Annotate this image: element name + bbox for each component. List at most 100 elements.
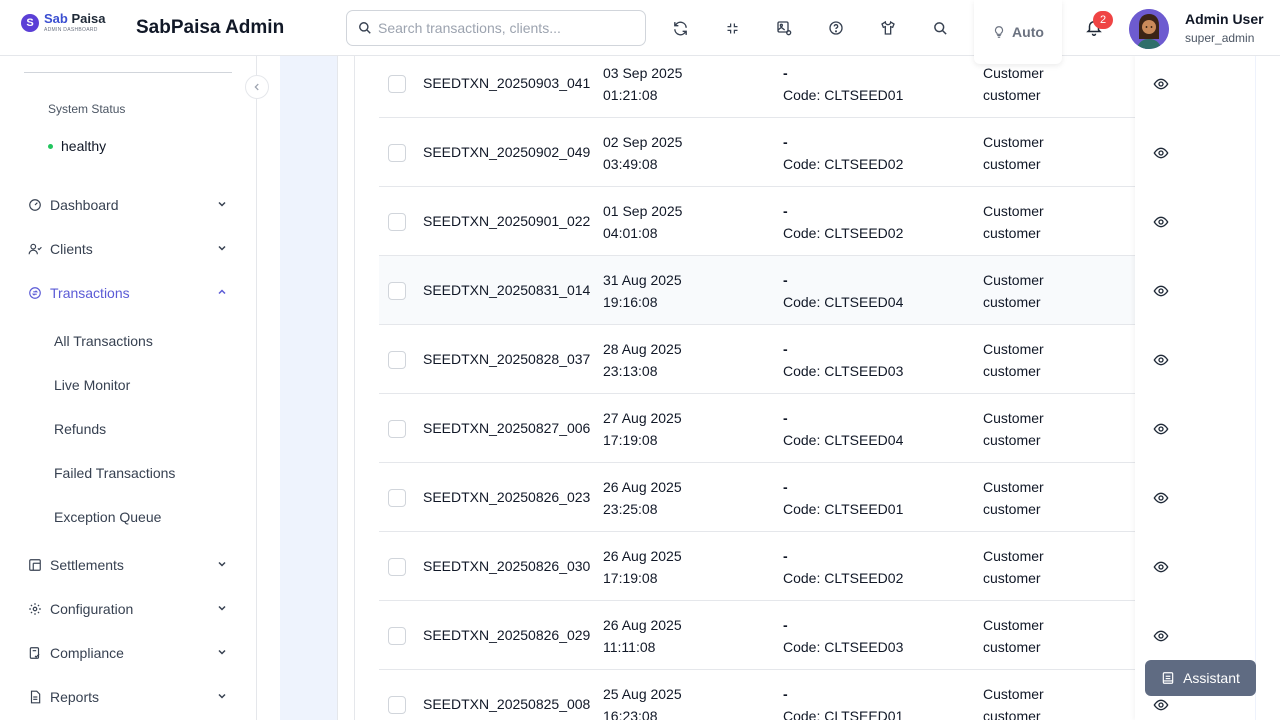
transaction-id[interactable]: SEEDTXN_20250825_008 xyxy=(423,696,590,712)
eye-icon[interactable] xyxy=(1153,214,1169,230)
assistant-label: Assistant xyxy=(1183,670,1240,686)
eye-icon[interactable] xyxy=(1153,283,1169,299)
transaction-time: 11:11:08 xyxy=(603,639,656,655)
nav-compliance[interactable]: Compliance xyxy=(28,641,228,665)
transaction-id[interactable]: SEEDTXN_20250902_049 xyxy=(423,144,590,160)
client-code: Code: CLTSEED04 xyxy=(783,432,904,448)
transaction-id[interactable]: SEEDTXN_20250827_006 xyxy=(423,420,590,436)
global-search[interactable] xyxy=(346,10,646,46)
eye-icon[interactable] xyxy=(1153,352,1169,368)
assistant-button[interactable]: Assistant xyxy=(1145,660,1256,696)
search-toggle-icon[interactable] xyxy=(930,18,950,38)
transaction-time: 01:21:08 xyxy=(603,87,658,103)
client-name: - xyxy=(783,341,788,357)
eye-icon[interactable] xyxy=(1153,490,1169,506)
theme-mode-toggle[interactable]: Auto xyxy=(974,0,1062,64)
row-checkbox[interactable] xyxy=(388,351,406,369)
customer-name: Customer xyxy=(983,134,1044,150)
table-row[interactable]: SEEDTXN_20250827_006 27 Aug 2025 17:19:0… xyxy=(379,394,1159,463)
theme-mode-label: Auto xyxy=(1012,24,1044,40)
subnav-live-monitor[interactable]: Live Monitor xyxy=(54,377,130,393)
sidebar: System Status healthy Dashboard Clients … xyxy=(0,56,269,720)
shirt-icon[interactable] xyxy=(878,18,898,38)
customer-detail: customer xyxy=(983,363,1041,379)
transaction-date: 26 Aug 2025 xyxy=(603,617,682,633)
table-row[interactable]: SEEDTXN_20250902_049 02 Sep 2025 03:49:0… xyxy=(379,118,1159,187)
lightbulb-icon xyxy=(994,26,1004,38)
row-checkbox[interactable] xyxy=(388,696,406,714)
subnav-all-transactions[interactable]: All Transactions xyxy=(54,333,153,349)
transaction-id[interactable]: SEEDTXN_20250826_030 xyxy=(423,558,590,574)
sidebar-collapse-button[interactable] xyxy=(245,75,269,99)
client-name: - xyxy=(783,134,788,150)
fullscreen-icon[interactable] xyxy=(722,18,742,38)
transaction-id[interactable]: SEEDTXN_20250903_041 xyxy=(423,75,590,91)
image-settings-icon[interactable] xyxy=(774,18,794,38)
client-name: - xyxy=(783,548,788,564)
transaction-id[interactable]: SEEDTXN_20250826_029 xyxy=(423,627,590,643)
eye-icon[interactable] xyxy=(1153,559,1169,575)
notification-badge: 2 xyxy=(1093,11,1113,29)
eye-icon[interactable] xyxy=(1153,697,1169,713)
nav-clients[interactable]: Clients xyxy=(28,237,228,261)
transaction-time: 23:25:08 xyxy=(603,501,658,517)
row-checkbox[interactable] xyxy=(388,420,406,438)
row-checkbox[interactable] xyxy=(388,627,406,645)
nav-settlements[interactable]: Settlements xyxy=(28,553,228,577)
logo-mark: S xyxy=(21,13,39,32)
search-input[interactable] xyxy=(378,20,638,36)
table-row[interactable]: SEEDTXN_20250826_030 26 Aug 2025 17:19:0… xyxy=(379,532,1159,601)
transactions-table: SEEDTXN_20250903_041 03 Sep 2025 01:21:0… xyxy=(354,56,1255,720)
transaction-id[interactable]: SEEDTXN_20250826_023 xyxy=(423,489,590,505)
transaction-date: 25 Aug 2025 xyxy=(603,686,682,702)
transaction-time: 03:49:08 xyxy=(603,156,658,172)
row-checkbox[interactable] xyxy=(388,75,406,93)
avatar[interactable] xyxy=(1129,9,1169,49)
customer-name: Customer xyxy=(983,272,1044,288)
nav-configuration[interactable]: Configuration xyxy=(28,597,228,621)
assistant-icon xyxy=(1162,672,1174,684)
client-code: Code: CLTSEED02 xyxy=(783,570,904,586)
eye-icon[interactable] xyxy=(1153,628,1169,644)
table-row[interactable]: SEEDTXN_20250828_037 28 Aug 2025 23:13:0… xyxy=(379,325,1159,394)
transaction-date: 27 Aug 2025 xyxy=(603,410,682,426)
row-checkbox[interactable] xyxy=(388,282,406,300)
eye-icon[interactable] xyxy=(1153,145,1169,161)
system-status: healthy xyxy=(48,138,106,154)
table-row[interactable]: SEEDTXN_20250826_029 26 Aug 2025 11:11:0… xyxy=(379,601,1159,670)
nav-label: Configuration xyxy=(50,601,134,617)
client-name: - xyxy=(783,65,788,81)
eye-icon[interactable] xyxy=(1153,421,1169,437)
transaction-date: 26 Aug 2025 xyxy=(603,548,682,564)
table-row[interactable]: SEEDTXN_20250831_014 31 Aug 2025 19:16:0… xyxy=(379,256,1159,325)
table-row[interactable]: SEEDTXN_20250825_008 25 Aug 2025 16:23:0… xyxy=(379,670,1159,720)
transaction-id[interactable]: SEEDTXN_20250831_014 xyxy=(423,282,590,298)
customer-name: Customer xyxy=(983,410,1044,426)
table-row[interactable]: SEEDTXN_20250901_022 01 Sep 2025 04:01:0… xyxy=(379,187,1159,256)
refresh-icon[interactable] xyxy=(670,18,690,38)
subnav-exception-queue[interactable]: Exception Queue xyxy=(54,509,161,525)
app-title: SabPaisa Admin xyxy=(136,17,285,38)
subnav-failed-transactions[interactable]: Failed Transactions xyxy=(54,465,175,481)
client-name: - xyxy=(783,617,788,633)
help-icon[interactable] xyxy=(826,18,846,38)
row-checkbox[interactable] xyxy=(388,489,406,507)
eye-icon[interactable] xyxy=(1153,76,1169,92)
customer-detail: customer xyxy=(983,156,1041,172)
row-checkbox[interactable] xyxy=(388,144,406,162)
transaction-id[interactable]: SEEDTXN_20250828_037 xyxy=(423,351,590,367)
nav-transactions[interactable]: Transactions xyxy=(28,281,228,305)
transaction-id[interactable]: SEEDTXN_20250901_022 xyxy=(423,213,590,229)
nav-label: Dashboard xyxy=(50,197,119,213)
chevron-down-icon xyxy=(218,649,226,655)
customer-detail: customer xyxy=(983,708,1041,720)
subnav-refunds[interactable]: Refunds xyxy=(54,421,106,437)
table-row[interactable]: SEEDTXN_20250826_023 26 Aug 2025 23:25:0… xyxy=(379,463,1159,532)
client-code: Code: CLTSEED03 xyxy=(783,639,904,655)
nav-dashboard[interactable]: Dashboard xyxy=(28,193,228,217)
compliance-icon xyxy=(28,646,42,660)
brand-logo[interactable]: S Sab Paisa ADMIN DASHBOARD xyxy=(21,12,105,33)
row-checkbox[interactable] xyxy=(388,558,406,576)
nav-reports[interactable]: Reports xyxy=(28,685,228,709)
row-checkbox[interactable] xyxy=(388,213,406,231)
